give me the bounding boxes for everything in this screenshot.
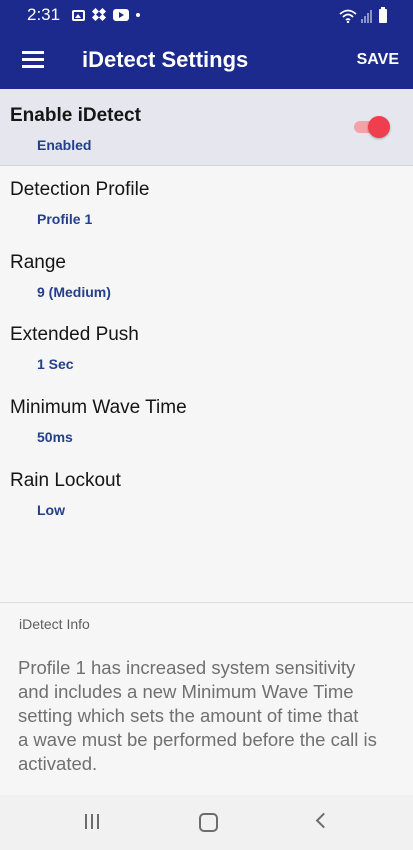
info-line: a wave must be performed before the call… [18, 729, 377, 750]
setting-row-extended-push[interactable]: Extended Push 1 Sec [0, 320, 413, 388]
info-line: Profile 1 has increased system sensitivi… [18, 657, 356, 678]
status-bar: 2:31 [0, 0, 413, 30]
info-panel: iDetect Info Profile 1 has increased sys… [0, 602, 413, 796]
status-time: 2:31 [27, 5, 61, 24]
info-line: activated. [18, 753, 98, 774]
back-button[interactable] [308, 810, 338, 834]
setting-value: 50ms [37, 429, 73, 445]
setting-row-rain-lockout[interactable]: Rain Lockout Low [0, 466, 413, 534]
dropbox-icon [91, 7, 107, 22]
setting-value: Low [37, 502, 65, 518]
setting-row-detection-profile[interactable]: Detection Profile Profile 1 [0, 175, 413, 243]
enable-idetect-row[interactable]: Enable iDetect Enabled [0, 89, 413, 166]
navigation-bar [0, 795, 413, 850]
setting-value: Profile 1 [37, 211, 93, 227]
youtube-icon [113, 9, 129, 21]
app-bar: iDetect Settings SAVE [0, 30, 413, 89]
setting-title: Detection Profile [10, 179, 150, 200]
notification-dot-icon [136, 13, 140, 17]
notification-icons [72, 7, 147, 23]
enable-idetect-toggle[interactable] [354, 116, 390, 138]
home-button[interactable] [193, 810, 223, 834]
setting-row-minimum-wave-time[interactable]: Minimum Wave Time 50ms [0, 393, 413, 461]
settings-list: Enable iDetect Enabled Detection Profile… [0, 89, 413, 601]
info-label: iDetect Info [19, 616, 90, 632]
back-icon [315, 812, 332, 829]
info-line: and includes a new Minimum Wave Time [18, 681, 354, 702]
system-icons [339, 7, 387, 23]
setting-title: Extended Push [10, 324, 139, 345]
wifi-icon [339, 9, 357, 23]
battery-icon [379, 7, 387, 23]
setting-title: Rain Lockout [10, 470, 121, 491]
signal-icon [361, 9, 373, 23]
page-title: iDetect Settings [82, 47, 249, 72]
setting-row-range[interactable]: Range 9 (Medium) [0, 248, 413, 316]
toggle-thumb [368, 116, 390, 138]
info-line: setting which sets the amount of time th… [18, 705, 359, 726]
hamburger-menu-icon[interactable] [22, 51, 44, 68]
setting-title: Range [10, 252, 66, 273]
info-text: Profile 1 has increased system sensitivi… [18, 656, 403, 776]
enable-idetect-value: Enabled [37, 137, 92, 153]
setting-value: 9 (Medium) [37, 284, 111, 300]
enable-idetect-title: Enable iDetect [10, 105, 141, 126]
setting-title: Minimum Wave Time [10, 397, 187, 418]
home-icon [199, 813, 218, 832]
save-button[interactable]: SAVE [357, 51, 399, 69]
recent-apps-icon[interactable] [78, 810, 108, 834]
gallery-icon [72, 9, 85, 21]
setting-value: 1 Sec [37, 356, 74, 372]
